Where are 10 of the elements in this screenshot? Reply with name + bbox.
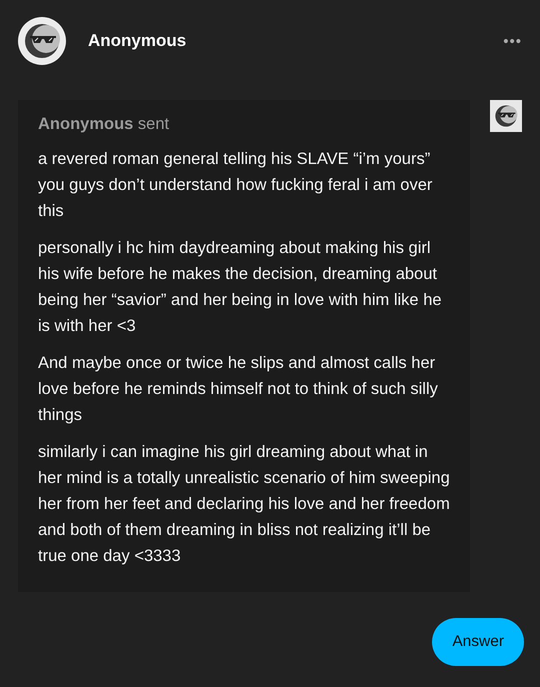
answer-button[interactable]: Answer (432, 618, 524, 666)
sender-label: Anonymous sent (38, 114, 170, 134)
message-paragraph: personally i hc him daydreaming about making his girl his wife before he makes the decision, dreaming about being her “savior” and her being in love with him like he is with her <3 (38, 238, 443, 337)
avatar-icon (18, 17, 66, 65)
avatar-icon (490, 100, 522, 132)
message-paragraph: a revered roman general telling his SLAVE “i’m yours” you guys don’t understand how fucking feral i am over this (38, 149, 434, 222)
more-menu-button[interactable]: ••• (503, 32, 522, 50)
message-paragraph: similarly i can imagine his girl dreaming about what in her mind is a totally unrealistic scenario of him sweeping her from her feet and declaring his love and her freedom and both of them dreaming in bliss not realizing it’ll be true one day <3333 (38, 442, 450, 567)
message-paragraph: And maybe once or twice he slips and almost calls her love before he reminds himself not to think of such silly things (38, 353, 439, 426)
blog-name[interactable]: Anonymous (88, 31, 504, 51)
